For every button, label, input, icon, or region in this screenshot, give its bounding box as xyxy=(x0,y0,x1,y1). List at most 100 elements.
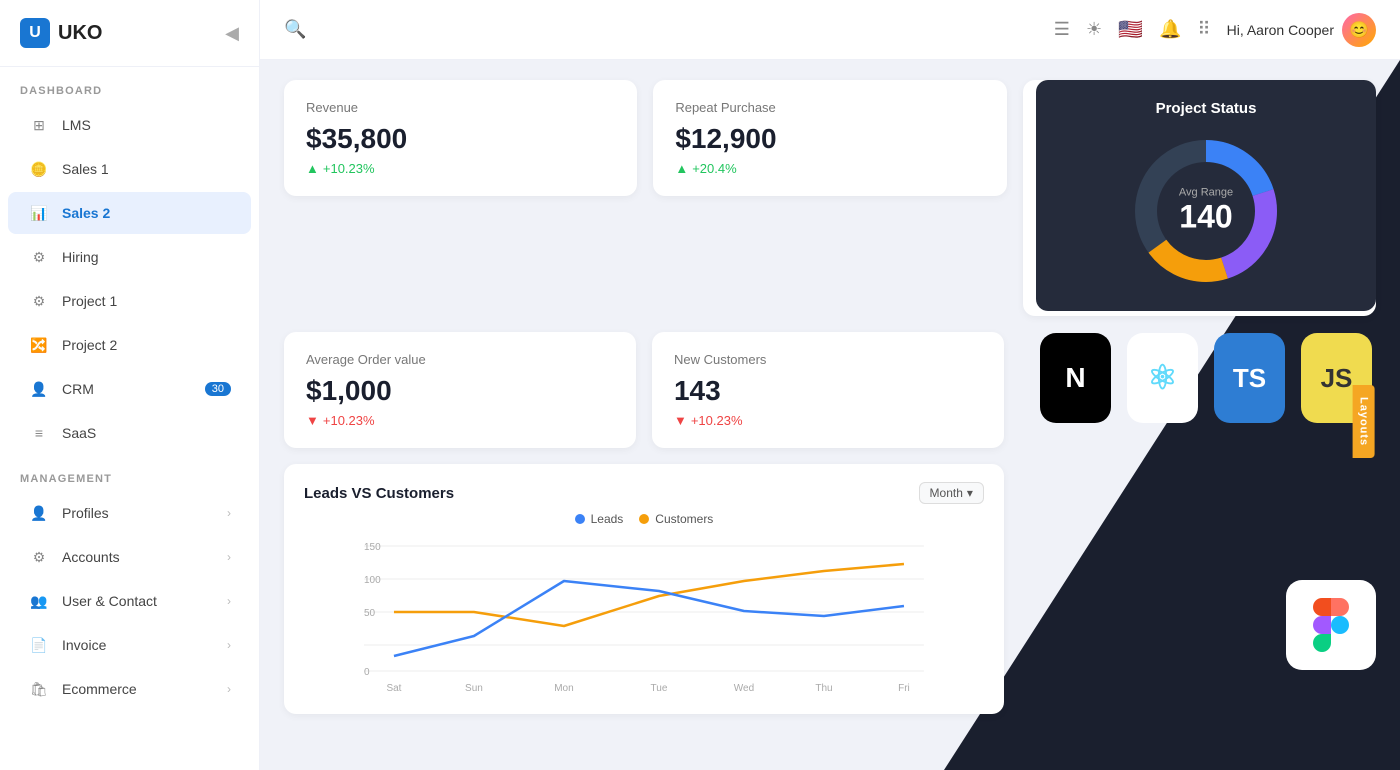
new-customers-change: ▼ +10.23% xyxy=(674,413,982,428)
svg-text:50: 50 xyxy=(364,608,376,619)
flag-icon[interactable]: 🇺🇸 xyxy=(1118,17,1143,42)
topbar-right: ☰ ☀ 🇺🇸 🔔 ⠿ Hi, Aaron Cooper 😊 xyxy=(1054,13,1376,47)
svg-text:Thu: Thu xyxy=(815,683,832,694)
revenue-value: $35,800 xyxy=(306,123,615,155)
accounts-icon: ⚙ xyxy=(28,546,50,568)
up-arrow-icon: ▲ xyxy=(675,161,688,176)
line-chart-svg: 150 100 50 0 Sat Sun Mon Tue Wed Thu Fri xyxy=(304,536,984,696)
avg-range-label: Avg Range xyxy=(1179,187,1233,199)
person-outline-icon: 👤 xyxy=(28,502,50,524)
svg-text:Sun: Sun xyxy=(465,683,483,694)
logo-brand: U UKO xyxy=(20,18,102,48)
chevron-right-icon: › xyxy=(227,550,231,564)
collapse-button[interactable]: ◀ xyxy=(225,23,239,44)
down-arrow-icon: ▼ xyxy=(306,413,319,428)
tech-icons-row: N ⚛ TS JS xyxy=(1036,329,1376,427)
crm-badge: 30 xyxy=(205,382,231,396)
leads-legend-label: Leads xyxy=(591,512,624,526)
user-info: Hi, Aaron Cooper 😊 xyxy=(1227,13,1376,47)
sidebar-item-invoice[interactable]: 📄 Invoice › xyxy=(8,624,251,666)
new-customers-card: New Customers 143 ▼ +10.23% xyxy=(652,332,1004,448)
bell-icon[interactable]: 🔔 xyxy=(1159,19,1181,40)
donut-chart: Avg Range 140 xyxy=(1126,131,1286,291)
svg-text:Tue: Tue xyxy=(651,683,668,694)
typescript-icon: TS xyxy=(1214,333,1285,423)
search-box[interactable]: 🔍 xyxy=(284,19,1042,40)
customers-legend-label: Customers xyxy=(655,512,713,526)
gear-icon: ⚙ xyxy=(28,246,50,268)
apps-icon[interactable]: ⠿ xyxy=(1197,19,1210,40)
avg-order-change: ▼ +10.23% xyxy=(306,413,614,428)
chevron-down-icon: ▾ xyxy=(967,486,973,500)
sidebar-item-sales2[interactable]: 📊 Sales 2 xyxy=(8,192,251,234)
sidebar-item-hiring[interactable]: ⚙ Hiring xyxy=(8,236,251,278)
sidebar-logo: U UKO ◀ xyxy=(0,0,259,67)
leads-dot xyxy=(575,514,585,524)
user-greeting: Hi, Aaron Cooper xyxy=(1227,22,1334,38)
topbar: 🔍 ☰ ☀ 🇺🇸 🔔 ⠿ Hi, Aaron Cooper 😊 xyxy=(260,0,1400,60)
logo-icon: U xyxy=(20,18,50,48)
sidebar-item-saas[interactable]: ≡ SaaS xyxy=(8,412,251,454)
project-status-card: Project Status Avg Range 140 xyxy=(1036,80,1376,311)
avg-order-label: Average Order value xyxy=(306,352,614,367)
svg-text:0: 0 xyxy=(364,667,370,678)
menu-icon[interactable]: ☰ xyxy=(1054,19,1070,40)
react-icon: ⚛ xyxy=(1127,333,1198,423)
management-section-label: MANAGEMENT xyxy=(0,455,259,491)
new-customers-change-value: +10.23% xyxy=(691,413,743,428)
repeat-purchase-label: Repeat Purchase xyxy=(675,100,984,115)
customers-legend: Customers xyxy=(639,512,713,526)
sidebar-item-sales1[interactable]: 🪙 Sales 1 xyxy=(8,148,251,190)
sidebar-item-user-contact[interactable]: 👥 User & Contact › xyxy=(8,580,251,622)
chevron-right-icon: › xyxy=(227,506,231,520)
sidebar-item-label: Project 1 xyxy=(62,293,117,309)
leads-title: Leads VS Customers xyxy=(304,485,454,502)
main-content: 🔍 ☰ ☀ 🇺🇸 🔔 ⠿ Hi, Aaron Cooper 😊 R xyxy=(260,0,1400,770)
repeat-purchase-change: ▲ +20.4% xyxy=(675,161,984,176)
svg-text:100: 100 xyxy=(364,575,381,586)
avg-order-card: Average Order value $1,000 ▼ +10.23% xyxy=(284,332,636,448)
chart-icon: 📊 xyxy=(28,202,50,224)
sidebar-item-label: Ecommerce xyxy=(62,681,137,697)
sidebar-item-label: Accounts xyxy=(62,549,120,565)
chart-legend: Leads Customers xyxy=(304,512,984,526)
sidebar-item-lms[interactable]: ⊞ LMS xyxy=(8,104,251,146)
up-arrow-icon: ▲ xyxy=(306,161,319,176)
chevron-right-icon: › xyxy=(227,594,231,608)
leads-chart-card: Leads VS Customers Month ▾ Leads xyxy=(284,464,1004,714)
revenue-card: Revenue $35,800 ▲ +10.23% xyxy=(284,80,637,196)
sidebar-item-label: Project 2 xyxy=(62,337,117,353)
revenue-change-value: +10.23% xyxy=(323,161,375,176)
revenue-change: ▲ +10.23% xyxy=(306,161,615,176)
svg-text:Fri: Fri xyxy=(898,683,910,694)
sun-icon[interactable]: ☀ xyxy=(1086,19,1102,40)
people-icon: 👥 xyxy=(28,590,50,612)
person-icon: 👤 xyxy=(28,378,50,400)
search-icon: 🔍 xyxy=(284,19,306,40)
donut-center: Avg Range 140 xyxy=(1179,187,1233,236)
line-chart: 150 100 50 0 Sat Sun Mon Tue Wed Thu Fri xyxy=(304,536,984,696)
sidebar-item-project1[interactable]: ⚙ Project 1 xyxy=(8,280,251,322)
sidebar-item-label: Invoice xyxy=(62,637,106,653)
dashboard-section-label: DASHBOARD xyxy=(0,67,259,103)
sidebar-item-label: LMS xyxy=(62,117,91,133)
layers-icon: ≡ xyxy=(28,422,50,444)
sidebar-item-crm[interactable]: 👤 CRM 30 xyxy=(8,368,251,410)
sidebar-item-label: Profiles xyxy=(62,505,109,521)
nextjs-icon: N xyxy=(1040,333,1111,423)
sidebar-item-project2[interactable]: 🔀 Project 2 xyxy=(8,324,251,366)
leads-month-button[interactable]: Month ▾ xyxy=(919,482,984,504)
layouts-tab[interactable]: Layouts xyxy=(1352,385,1374,458)
sidebar-item-label: Sales 1 xyxy=(62,161,109,177)
leads-header: Leads VS Customers Month ▾ xyxy=(304,482,984,504)
sidebar-item-accounts[interactable]: ⚙ Accounts › xyxy=(8,536,251,578)
avg-order-change-value: +10.23% xyxy=(323,413,375,428)
sidebar-item-ecommerce[interactable]: 🛍 Ecommerce › xyxy=(8,668,251,710)
sidebar-item-label: CRM xyxy=(62,381,94,397)
chevron-right-icon: › xyxy=(227,638,231,652)
document-icon: 📄 xyxy=(28,634,50,656)
sidebar-item-label: Hiring xyxy=(62,249,99,265)
sidebar-item-label: User & Contact xyxy=(62,593,157,609)
sidebar-item-profiles[interactable]: 👤 Profiles › xyxy=(8,492,251,534)
figma-icon xyxy=(1286,580,1376,670)
